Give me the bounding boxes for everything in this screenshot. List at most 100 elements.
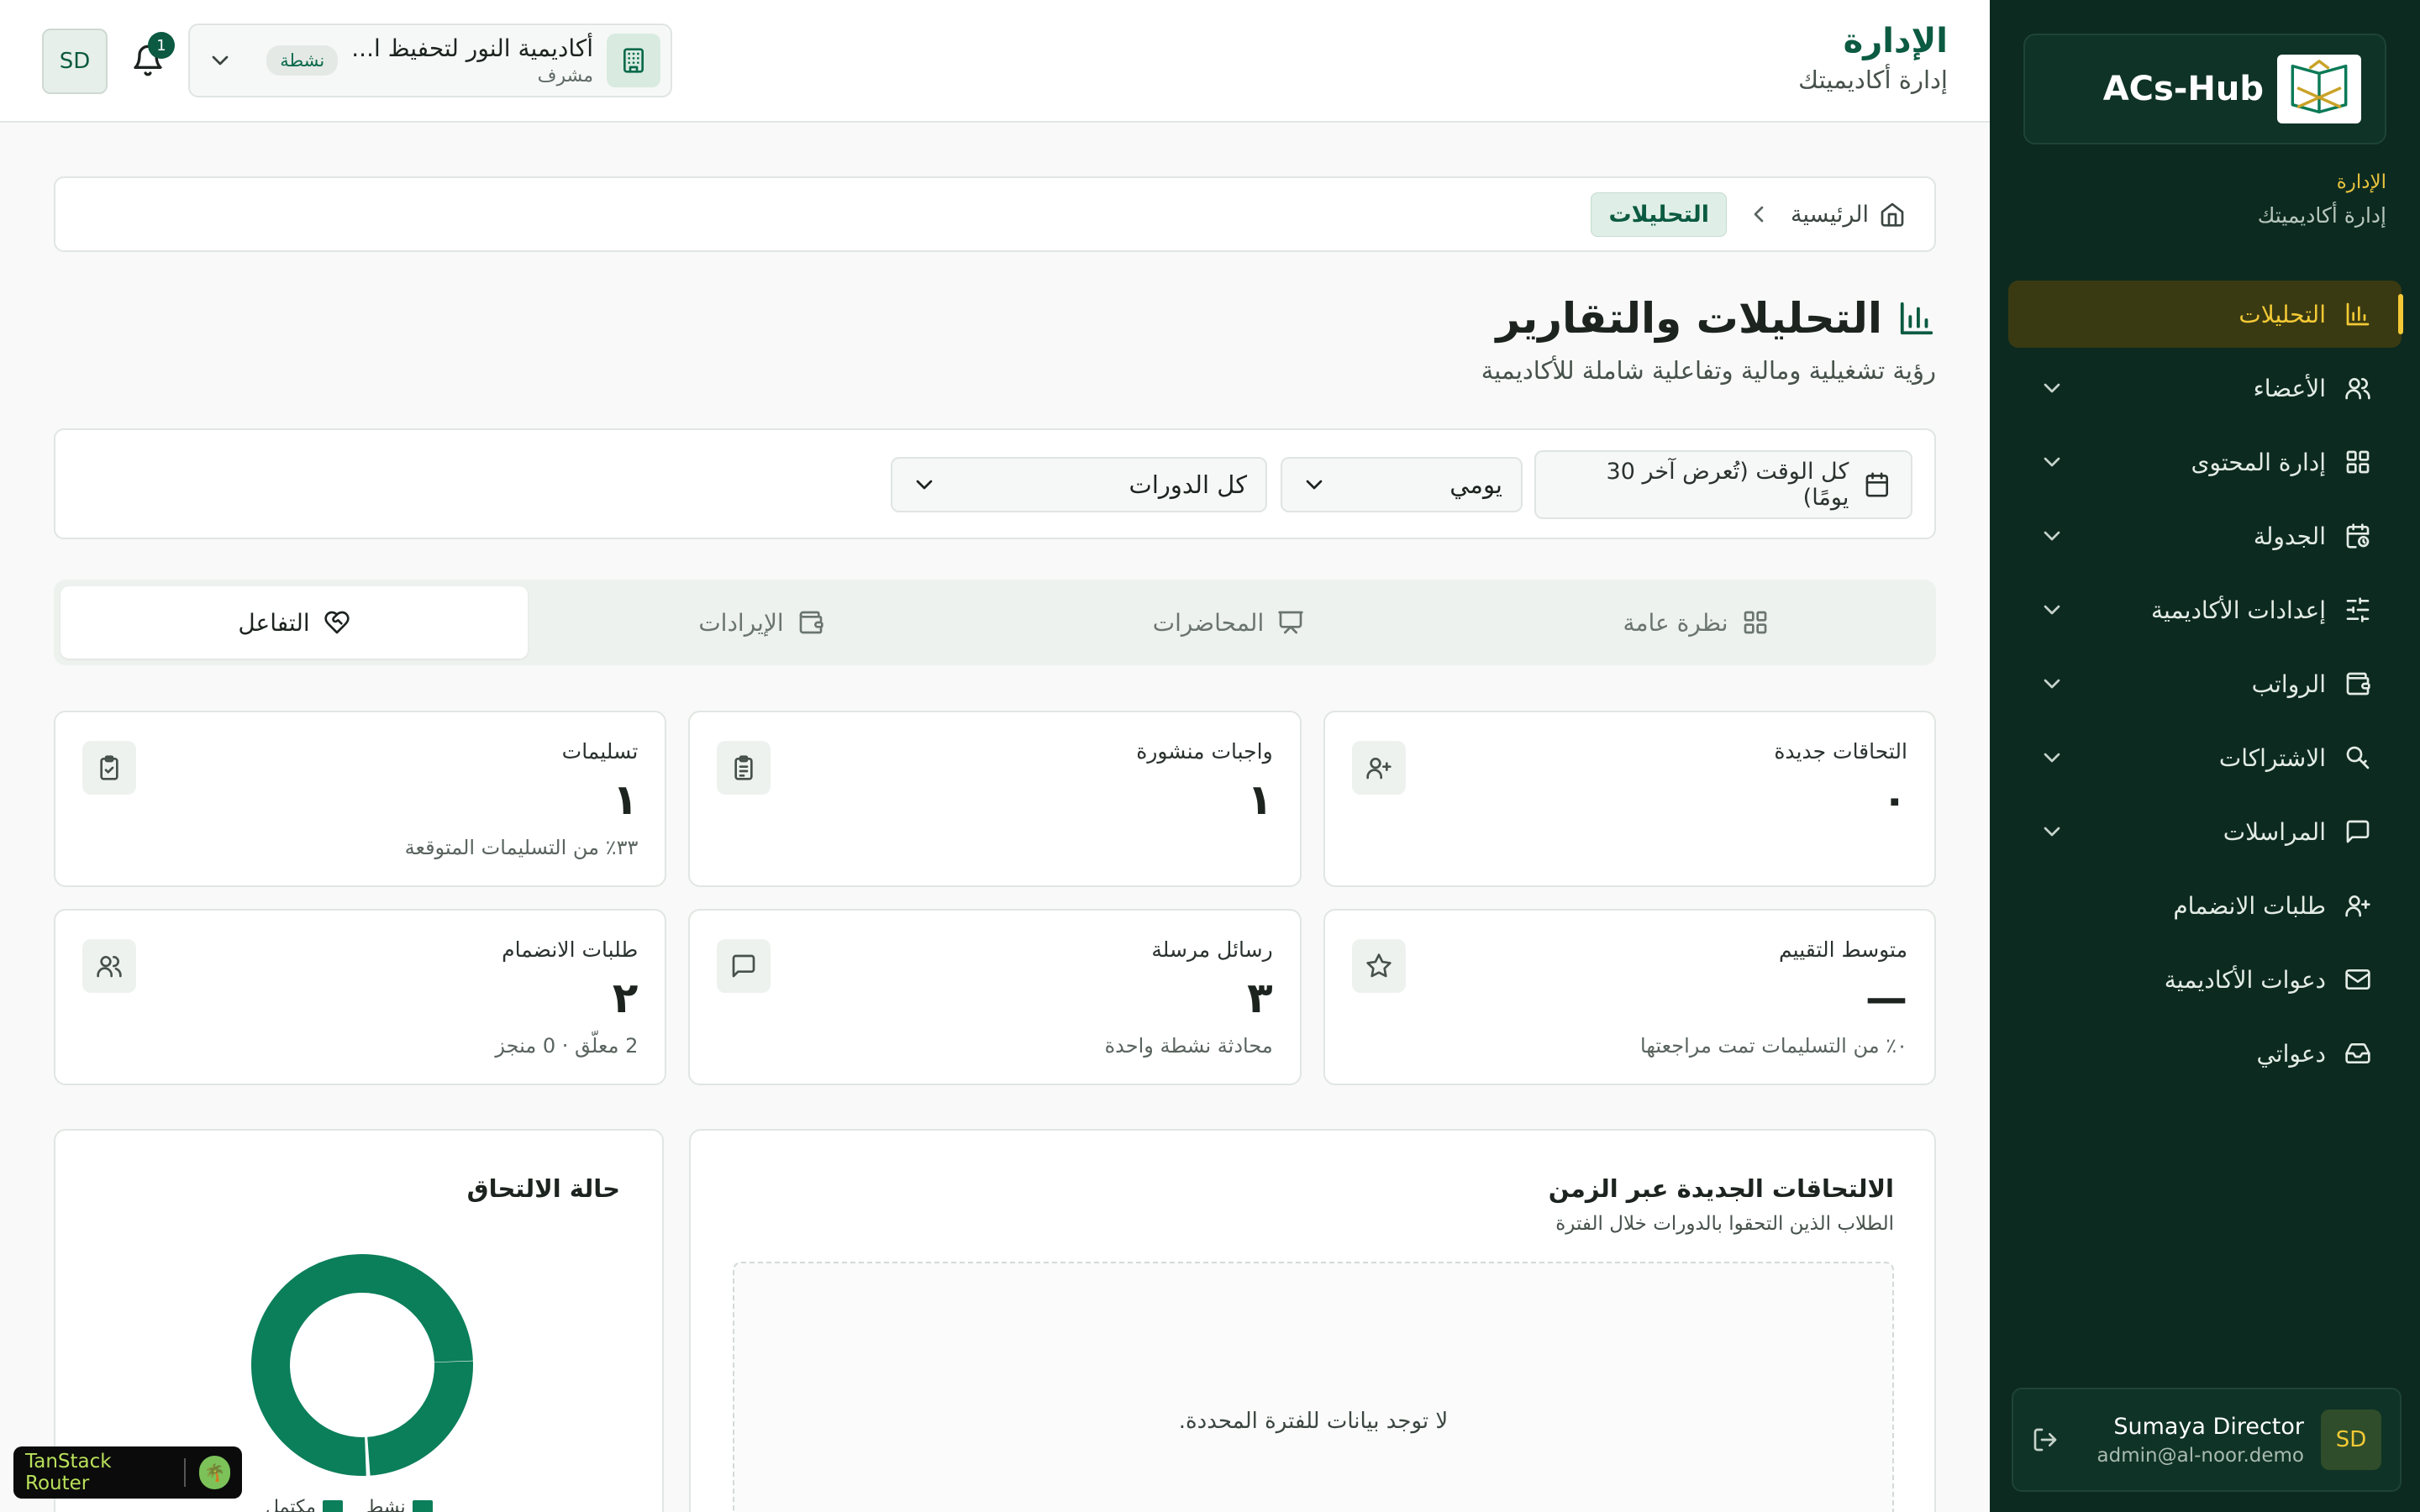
user-plus-icon	[2345, 895, 2370, 917]
stats-grid: التحاقات جديدة ٠ واجبات منشورة ١ تسليمات…	[54, 711, 1936, 1085]
stat-card-messages-sent: رسائل مرسلة ٣ محادثة نشطة واحدة	[688, 909, 1302, 1085]
sidebar-item-label: إعدادات الأكاديمية	[2151, 596, 2326, 624]
sidebar-item-academy-invitations[interactable]: دعوات الأكاديمية	[2008, 946, 2402, 1013]
mail-icon	[2345, 969, 2370, 990]
brand[interactable]: ACs-Hub	[2023, 34, 2386, 144]
date-range-value: كل الوقت (تُعرض آخر 30 يومًا)	[1606, 459, 1849, 511]
sidebar-nav: التحليلات الأعضاء إدارة المحتوى الجدولة …	[2008, 281, 2403, 1094]
chevron-down-icon	[1306, 480, 1323, 490]
message-icon	[717, 939, 771, 993]
user-avatar: SD	[2321, 1410, 2381, 1470]
legend-item-completed: مكتمل	[266, 1497, 343, 1512]
analytics-tabs: نظرة عامة المحاضرات الإيرادات التفاعل	[54, 580, 1936, 665]
enrollment-status-donut	[251, 1254, 473, 1476]
date-range-picker[interactable]: كل الوقت (تُعرض آخر 30 يومًا)	[1534, 450, 1912, 519]
clipboard-check-icon	[82, 741, 137, 795]
sidebar-item-messages[interactable]: المراسلات	[2008, 798, 2402, 865]
users-icon	[82, 939, 137, 993]
breadcrumb: الرئيسية التحليلات	[54, 176, 1936, 252]
sidebar-heading-title: الإدارة	[2336, 171, 2386, 193]
chevron-down-icon	[2044, 531, 2060, 541]
sidebar-item-label: طلبات الانضمام	[2173, 891, 2326, 920]
heart-handshake-icon	[324, 611, 350, 634]
academy-switcher[interactable]: أكاديمية النور لتحفيظ ا... مشرف نشطة	[188, 24, 672, 97]
tab-lectures[interactable]: المحاضرات	[995, 586, 1462, 659]
course-value: كل الدورات	[1128, 470, 1247, 499]
logout-button[interactable]	[2032, 1426, 2059, 1453]
wallet-icon	[2346, 672, 2370, 696]
period-select[interactable]: يومي	[1281, 457, 1523, 512]
sidebar-item-analytics[interactable]: التحليلات	[2008, 281, 2403, 348]
chevron-down-icon	[2044, 679, 2060, 689]
grid-icon	[2346, 450, 2370, 474]
user-card: SD Sumaya Director admin@al-noor.demo	[2012, 1388, 2402, 1492]
tab-engagement[interactable]: التفاعل	[60, 586, 528, 659]
topbar-subtitle: إدارة أكاديميتك	[1798, 66, 1948, 94]
sidebar-item-scheduling[interactable]: الجدولة	[2008, 502, 2402, 570]
breadcrumb-home[interactable]: الرئيسية	[1791, 201, 1906, 228]
stat-value: ٢	[612, 974, 639, 1022]
devtools-divider	[183, 1458, 186, 1487]
sidebar-item-label: إدارة المحتوى	[2191, 448, 2326, 476]
chevron-down-icon	[916, 480, 933, 490]
sidebar-item-my-invitations[interactable]: دعواتي	[2008, 1020, 2402, 1087]
user-name: Sumaya Director	[2113, 1413, 2304, 1440]
message-icon	[2346, 820, 2370, 843]
tab-overview[interactable]: نظرة عامة	[1462, 586, 1929, 659]
topbar: الإدارة إدارة أكاديميتك أكاديمية النور ل…	[0, 0, 1990, 123]
brand-name: ACs-Hub	[2102, 70, 2264, 108]
academy-status-badge: نشطة	[266, 45, 339, 76]
sidebar-item-label: الاشتراكات	[2218, 743, 2326, 772]
topbar-title: الإدارة	[1843, 22, 1948, 60]
tab-revenue[interactable]: الإيرادات	[528, 586, 995, 659]
stat-sub: ٠٪ من التسليمات تمت مراجعتها	[1640, 1034, 1907, 1058]
stat-card-published-assignments: واجبات منشورة ١	[688, 711, 1302, 887]
chart-title: الالتحاقات الجديدة عبر الزمن	[1548, 1174, 1894, 1203]
stat-value: —	[1865, 974, 1907, 1022]
sidebar-item-subscriptions[interactable]: الاشتراكات	[2008, 724, 2402, 791]
profile-avatar-button[interactable]: SD	[42, 29, 108, 94]
inbox-icon	[2345, 1043, 2370, 1063]
stat-card-submissions: تسليمات ١ ٣٣٪ من التسليمات المتوقعة	[54, 711, 667, 887]
sliders-icon	[2346, 597, 2370, 622]
breadcrumb-current: التحليلات	[1591, 192, 1727, 237]
page-title: التحليلات والتقارير	[1481, 294, 1936, 343]
page-header: التحليلات والتقارير رؤية تشغيلية ومالية …	[1481, 294, 1936, 385]
stat-card-average-grade: متوسط التقييم — ٠٪ من التسليمات تمت مراج…	[1323, 909, 1936, 1085]
sidebar-item-label: التحليلات	[2238, 300, 2326, 328]
sidebar-item-academy-settings[interactable]: إعدادات الأكاديمية	[2008, 576, 2402, 643]
tanstack-logo-icon: 🌴	[198, 1456, 230, 1489]
sidebar-item-salaries[interactable]: الرواتب	[2008, 650, 2402, 717]
legend-label: نشط	[366, 1497, 406, 1512]
calendar-clock-icon	[2346, 523, 2370, 549]
tab-label: المحاضرات	[1152, 608, 1265, 637]
stat-value: ١	[1247, 775, 1273, 824]
badge-icon	[2346, 746, 2370, 769]
star-icon	[1351, 939, 1406, 993]
bar-chart-icon	[2346, 302, 2370, 326]
chart-title: حالة الالتحاق	[466, 1174, 620, 1203]
sidebar-item-join-requests[interactable]: طلبات الانضمام	[2008, 872, 2402, 939]
tab-label: نظرة عامة	[1623, 608, 1728, 637]
stat-label: متوسط التقييم	[1779, 937, 1907, 962]
sidebar-item-members[interactable]: الأعضاء	[2008, 354, 2402, 422]
course-select[interactable]: كل الدورات	[891, 457, 1267, 512]
sidebar-heading: الإدارة إدارة أكاديميتك	[2258, 171, 2386, 228]
sidebar-item-content[interactable]: إدارة المحتوى	[2008, 428, 2402, 496]
stat-label: طلبات الانضمام	[502, 937, 639, 962]
academy-role: مشرف	[537, 66, 593, 87]
period-value: يومي	[1449, 470, 1502, 499]
chevron-down-icon	[2044, 827, 2060, 837]
presentation-icon	[1278, 611, 1303, 634]
stat-sub: ٣٣٪ من التسليمات المتوقعة	[404, 836, 639, 859]
stat-value: ٠	[1881, 775, 1907, 824]
grid-icon	[1744, 611, 1766, 634]
academy-name: أكاديمية النور لتحفيظ ا...	[351, 34, 593, 62]
donut-legend: نشط مكتمل	[266, 1497, 433, 1512]
stat-card-new-enrollments: التحاقات جديدة ٠	[1323, 711, 1936, 887]
chevron-left-icon	[1754, 206, 1764, 223]
stat-label: التحاقات جديدة	[1774, 739, 1907, 764]
tanstack-router-devtools-button[interactable]: TanStack Router 🌴	[13, 1446, 242, 1499]
user-info: Sumaya Director admin@al-noor.demo	[2075, 1414, 2304, 1467]
chevron-down-icon	[2044, 457, 2060, 467]
